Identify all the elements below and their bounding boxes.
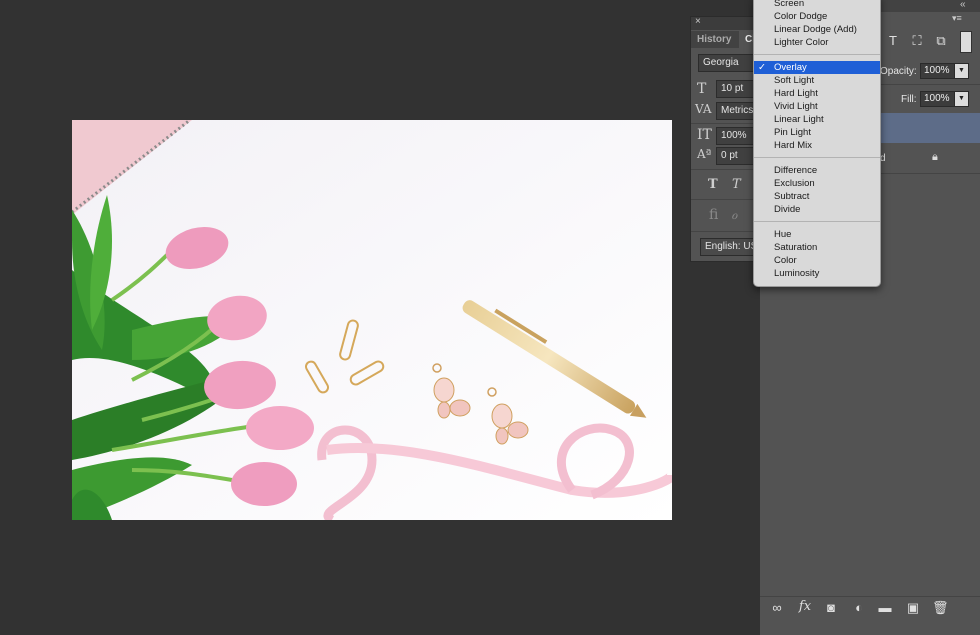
menu-item-screen[interactable]: Screen [754, 0, 880, 10]
fill-dropdown-icon[interactable]: ▼ [954, 91, 969, 107]
menu-item-linear-light[interactable]: Linear Light [754, 113, 880, 126]
panel-titlebar: × [691, 16, 761, 30]
menu-item-label: Subtract [774, 191, 810, 202]
opacity-dropdown-icon[interactable]: ▼ [954, 63, 969, 79]
opacity-label: Opacity: [880, 66, 917, 77]
link-layers-icon[interactable]: ∞ [770, 601, 784, 615]
faux-bold-icon[interactable]: T [708, 177, 718, 192]
menu-item-color[interactable]: Color [754, 254, 880, 267]
font-size-icon: T [697, 81, 707, 97]
menu-item-subtract[interactable]: Subtract [754, 190, 880, 203]
type-filter-icon[interactable]: T [886, 34, 900, 48]
menu-item-luminosity[interactable]: Luminosity [754, 267, 880, 280]
menu-item-color-dodge[interactable]: Color Dodge [754, 10, 880, 23]
faux-italic-icon[interactable]: T [732, 177, 741, 192]
layers-footer: ∞ fx ◙ ◐ ▬ ▣ 🗑︎ [760, 596, 980, 619]
swash-icon[interactable]: ℴ [731, 207, 737, 223]
flatlay-photo [72, 120, 672, 520]
menu-item-exclusion[interactable]: Exclusion [754, 177, 880, 190]
lock-icon: 🔒︎ [932, 151, 938, 163]
add-mask-icon[interactable]: ◙ [824, 601, 838, 615]
trash-icon[interactable]: 🗑︎ [932, 601, 949, 615]
menu-item-label: Lighter Color [774, 37, 829, 48]
menu-item-label: Screen [774, 0, 805, 9]
menu-separator [754, 157, 880, 158]
menu-separator [754, 54, 880, 55]
menu-item-label: Divide [774, 204, 801, 215]
menu-item-divide[interactable]: Divide [754, 203, 880, 216]
menu-item-overlay[interactable]: ✓ Overlay [754, 61, 880, 74]
menu-item-linear-dodge-add[interactable]: Linear Dodge (Add) [754, 23, 880, 36]
menu-item-label: Color [774, 255, 797, 266]
menu-item-label: Luminosity [774, 268, 820, 279]
menu-item-saturation[interactable]: Saturation [754, 241, 880, 254]
menu-item-label: Hard Light [774, 88, 818, 99]
menu-item-label: Overlay [774, 62, 807, 73]
menu-item-pin-light[interactable]: Pin Light [754, 126, 880, 139]
panel-menu-icon[interactable]: ▾≡ [952, 13, 962, 24]
menu-item-hue[interactable]: Hue [754, 228, 880, 241]
collapse-icon[interactable]: « [960, 0, 966, 10]
menu-item-label: Linear Dodge (Add) [774, 24, 857, 35]
baseline-shift-icon: Aª [697, 147, 712, 161]
blend-mode-menu: Screen Color Dodge Linear Dodge (Add) Light… [753, 0, 881, 287]
document-canvas[interactable] [72, 120, 672, 520]
menu-item-label: Color Dodge [774, 11, 828, 22]
menu-item-hard-light[interactable]: Hard Light [754, 87, 880, 100]
tab-history[interactable]: History [691, 31, 745, 48]
fill-field[interactable]: 100% [920, 91, 955, 107]
menu-item-label: Vivid Light [774, 101, 818, 112]
kerning-icon: VA [695, 102, 712, 116]
fill-label: Fill: [901, 94, 917, 105]
menu-item-label: Hard Mix [774, 140, 813, 151]
menu-item-vivid-light[interactable]: Vivid Light [754, 100, 880, 113]
vertical-scale-icon: IT [697, 127, 712, 143]
new-group-icon[interactable]: ▬ [878, 601, 892, 615]
menu-item-label: Hue [774, 229, 792, 240]
menu-item-difference[interactable]: Difference [754, 164, 880, 177]
menu-item-label: Soft Light [774, 75, 815, 86]
menu-item-label: Pin Light [774, 127, 811, 138]
menu-item-label: Exclusion [774, 178, 815, 189]
new-layer-icon[interactable]: ▣ [906, 601, 920, 615]
fx-icon[interactable]: fx [798, 600, 812, 614]
smart-object-filter-icon[interactable]: ⧉ [934, 34, 948, 48]
menu-item-hard-mix[interactable]: Hard Mix [754, 139, 880, 152]
menu-item-soft-light[interactable]: Soft Light [754, 74, 880, 87]
close-icon[interactable]: × [695, 16, 701, 27]
menu-item-label: Linear Light [774, 114, 824, 125]
menu-separator [754, 221, 880, 222]
menu-item-label: Difference [774, 165, 818, 176]
opacity-field[interactable]: 100% [920, 63, 955, 79]
menu-item-lighter-color[interactable]: Lighter Color [754, 36, 880, 49]
shape-filter-icon[interactable]: ⛶ [910, 34, 924, 48]
adjustment-layer-icon[interactable]: ◐ [852, 601, 866, 615]
filter-toggle[interactable] [960, 31, 972, 53]
checkmark-icon: ✓ [758, 62, 766, 73]
menu-item-label: Saturation [774, 242, 818, 253]
ligatures-icon[interactable]: ﬁ [709, 207, 718, 223]
character-panel: × History Ch Georgia T 10 pt VA Metrics … [690, 16, 767, 262]
